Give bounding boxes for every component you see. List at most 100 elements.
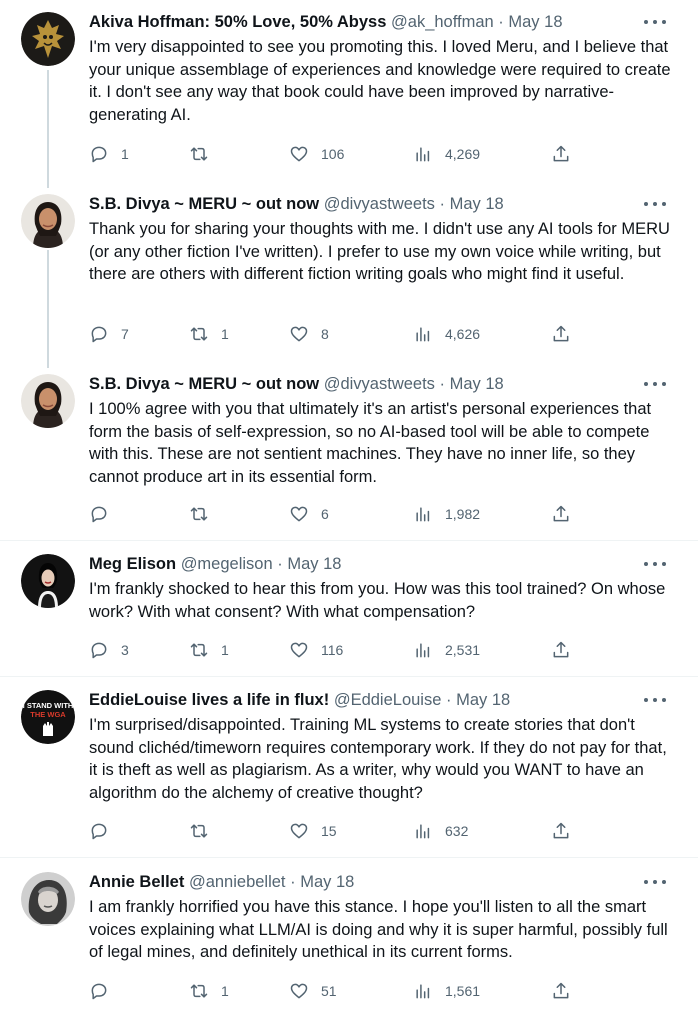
tweet[interactable]: Annie Bellet @anniebellet · May 18 I am … [0,860,698,1009]
tweet-text: I'm surprised/disappointed. Training ML … [89,716,667,803]
more-options-icon[interactable] [644,12,666,32]
wga-avatar-text: THE WGA [30,710,66,719]
user-handle[interactable]: @EddieLouise [334,691,442,709]
share-button[interactable] [551,638,571,662]
tweet[interactable]: Meg Elison @megelison · May 18 I'm frank… [0,542,698,677]
more-options-icon[interactable] [644,690,666,710]
view-count: 4,626 [445,326,481,342]
like-button[interactable]: 8 [289,322,329,346]
display-name[interactable]: Meg Elison [89,555,176,573]
retweet-button[interactable]: 1 [189,979,229,1003]
user-handle[interactable]: @divyastweets [324,195,435,213]
user-handle[interactable]: @ak_hoffman [391,13,494,31]
views-button[interactable]: 1,561 [413,979,480,1003]
views-button[interactable]: 632 [413,819,468,843]
display-name[interactable]: S.B. Divya ~ MERU ~ out now [89,195,319,213]
display-name[interactable]: S.B. Divya ~ MERU ~ out now [89,375,319,393]
retweet-count: 1 [221,642,229,658]
tweet-date[interactable]: May 18 [287,555,341,573]
tweet-header: EddieLouise lives a life in flux! @Eddie… [89,690,658,710]
heart-icon [290,983,308,999]
retweet-button[interactable] [189,142,221,166]
more-options-icon[interactable] [644,374,666,394]
share-icon [553,641,569,658]
like-count: 51 [321,983,337,999]
tweet-date[interactable]: May 18 [456,691,510,709]
views-button[interactable]: 1,982 [413,502,480,526]
like-button[interactable]: 15 [289,819,337,843]
heart-icon [290,642,308,658]
tweet[interactable]: S.B. Divya ~ MERU ~ out now @divyastweet… [0,182,698,362]
view-count: 4,269 [445,146,481,162]
reply-button[interactable]: 7 [89,322,129,346]
like-count: 6 [321,506,329,522]
display-name[interactable]: EddieLouise lives a life in flux! [89,691,329,709]
tweet-date[interactable]: May 18 [450,195,504,213]
tweet[interactable]: S.B. Divya ~ MERU ~ out now @divyastweet… [0,362,698,541]
reply-icon [91,506,107,523]
user-avatar[interactable] [21,872,75,926]
more-options-icon[interactable] [644,554,666,574]
user-avatar[interactable] [21,554,75,608]
tweet-header: S.B. Divya ~ MERU ~ out now @divyastweet… [89,374,658,394]
analytics-icon [416,984,430,999]
user-handle[interactable]: @divyastweets [324,375,435,393]
like-button[interactable]: 116 [289,638,343,662]
reply-button[interactable] [89,502,121,526]
tweet-header: Akiva Hoffman: 50% Love, 50% Abyss @ak_h… [89,12,658,32]
retweet-button[interactable] [189,819,221,843]
user-avatar[interactable] [21,12,75,66]
reply-button[interactable] [89,979,121,1003]
share-button[interactable] [551,142,571,166]
share-button[interactable] [551,819,571,843]
user-handle[interactable]: @anniebellet [189,873,286,891]
tweet-text: I 100% agree with you that ultimately it… [89,400,652,487]
views-button[interactable]: 4,626 [413,322,480,346]
share-button[interactable] [551,979,571,1003]
reply-icon [91,326,107,343]
view-count: 632 [445,823,469,839]
views-button[interactable]: 2,531 [413,638,480,662]
user-avatar[interactable]: I STAND WITH THE WGA [21,690,75,744]
tweet-date[interactable]: May 18 [450,375,504,393]
reply-button[interactable]: 1 [89,142,129,166]
tweet-text: Thank you for sharing your thoughts with… [89,220,670,284]
analytics-icon [416,507,430,522]
share-icon [553,325,569,342]
user-avatar[interactable] [21,194,75,248]
user-handle[interactable]: @megelison [181,555,273,573]
retweet-icon [190,643,208,657]
share-button[interactable] [551,502,571,526]
user-avatar[interactable] [21,374,75,428]
like-button[interactable]: 51 [289,979,337,1003]
retweet-icon [190,147,208,161]
reply-count: 7 [121,326,129,342]
retweet-button[interactable] [189,502,221,526]
retweet-button[interactable]: 1 [189,638,229,662]
analytics-icon [416,327,430,342]
tweet-date[interactable]: May 18 [300,873,354,891]
display-name[interactable]: Akiva Hoffman: 50% Love, 50% Abyss [89,13,386,31]
stand-with-wga-avatar-icon: I STAND WITH THE WGA [21,690,75,744]
retweet-button[interactable]: 1 [189,322,229,346]
reply-button[interactable]: 3 [89,638,129,662]
woman-portrait-avatar-icon [21,194,75,248]
display-name[interactable]: Annie Bellet [89,873,184,891]
reply-button[interactable] [89,819,121,843]
separator-dot: · [446,691,452,709]
view-count: 1,982 [445,506,481,522]
like-button[interactable]: 6 [289,502,329,526]
like-button[interactable]: 106 [289,142,344,166]
tweet-date[interactable]: May 18 [508,13,562,31]
tweet-actions: 1 51 1,561 [89,979,589,1003]
share-button[interactable] [551,322,571,346]
tweet[interactable]: Akiva Hoffman: 50% Love, 50% Abyss @ak_h… [0,0,698,182]
views-button[interactable]: 4,269 [413,142,480,166]
more-options-icon[interactable] [644,872,666,892]
more-options-icon[interactable] [644,194,666,214]
tweet-actions: 3 1 116 2,531 [89,638,589,662]
tweet[interactable]: I STAND WITH THE WGA EddieLouise lives a… [0,678,698,858]
reply-icon [91,983,107,1000]
like-count: 8 [321,326,329,342]
separator-dot: · [498,13,504,31]
